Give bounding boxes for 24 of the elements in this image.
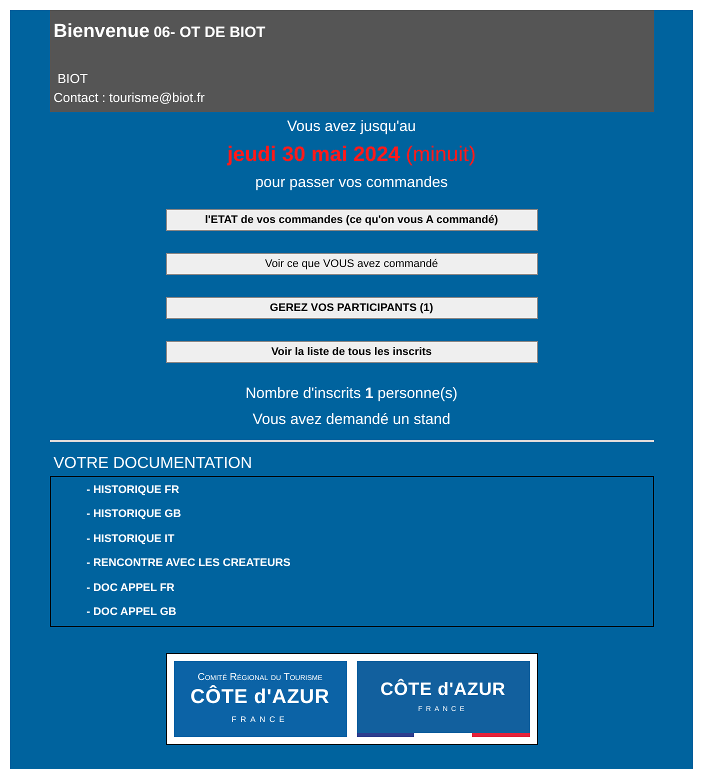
action-button[interactable]: l'ETAT de vos commandes (ce qu'on vous A commandé) <box>166 208 538 231</box>
action-button[interactable]: Voir la liste de tous les inscrits <box>166 340 538 363</box>
document-link[interactable]: - DOC APPEL GB <box>86 604 176 621</box>
organisation-name: 06- OT DE BIOT <box>154 23 266 43</box>
contact-label: Contact : tourisme@biot.fr <box>54 89 206 107</box>
city-label: BIOT <box>58 70 89 88</box>
document-link[interactable]: - HISTORIQUE GB <box>86 506 182 523</box>
logo-country: FRANCE <box>232 714 288 726</box>
document-link[interactable]: - HISTORIQUE IT <box>86 530 174 548</box>
deadline-outro: pour passer vos commandes <box>255 173 448 194</box>
summary-text: Nombre d'inscrits 1 personne(s) <box>245 384 458 404</box>
document-link[interactable]: - HISTORIQUE FR <box>86 482 180 498</box>
summary-text: Vous avez demandé un stand <box>252 410 450 430</box>
deadline-date: jeudi 30 mai 2024 (minuit) <box>227 142 476 168</box>
document-link[interactable]: - RENCONTRE AVEC LES CREATEURS <box>86 555 290 572</box>
greeting-title: Bienvenue <box>54 20 150 44</box>
action-button[interactable]: Voir ce que VOUS avez commandé <box>166 252 538 275</box>
logo-title: CÔTE d'AZUR <box>190 684 330 710</box>
logo-title: CÔTE d'AZUR <box>380 678 506 701</box>
action-button[interactable]: GEREZ VOS PARTICIPANTS (1) <box>166 296 538 319</box>
document-link[interactable]: - DOC APPEL FR <box>86 580 175 596</box>
deadline-intro: Vous avez jusqu'au <box>287 116 416 136</box>
logo-subtitle: Comité Régional du Tourisme <box>198 672 322 684</box>
section-title: VOTRE DOCUMENTATION <box>52 454 254 474</box>
